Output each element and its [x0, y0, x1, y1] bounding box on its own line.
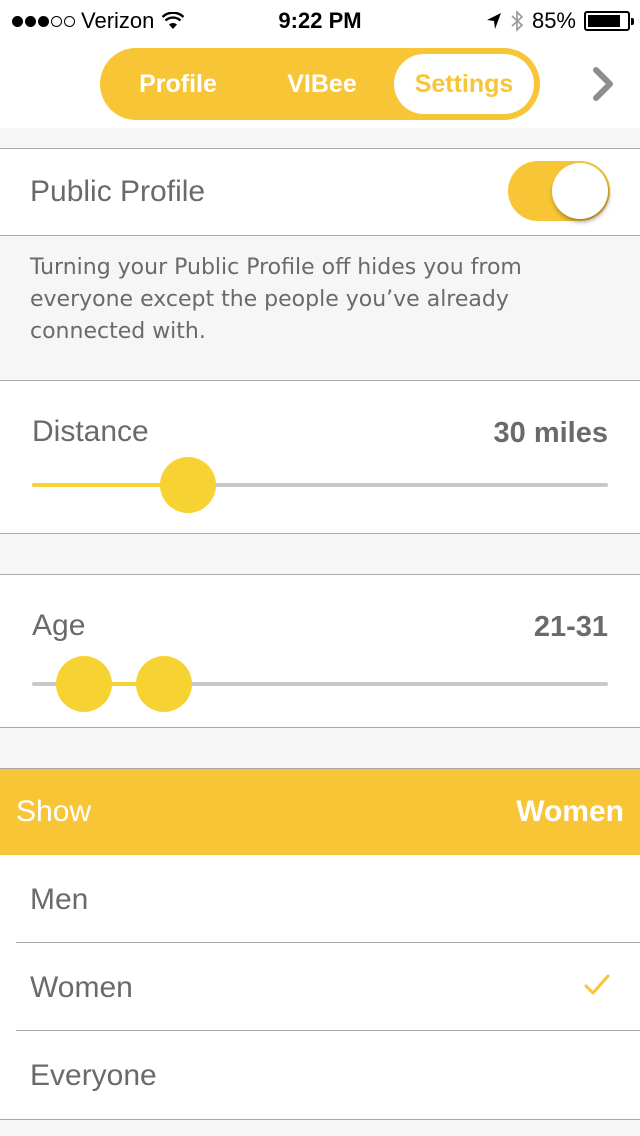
age-row: Age 21-31: [0, 575, 640, 727]
show-header[interactable]: Show Women: [0, 769, 640, 855]
option-label: Everyone: [30, 1059, 157, 1092]
tab-vibee[interactable]: VIBee: [250, 54, 394, 114]
battery-icon: [584, 11, 634, 31]
public-profile-toggle[interactable]: [508, 161, 610, 221]
show-option-men[interactable]: Men: [0, 855, 640, 943]
public-profile-help-text: Turning your Public Profile off hides yo…: [30, 255, 522, 344]
public-profile-label: Public Profile: [30, 175, 206, 208]
toggle-knob: [552, 163, 608, 219]
age-max-thumb[interactable]: [136, 656, 193, 712]
show-option-women[interactable]: Women: [0, 943, 640, 1031]
section-switcher: Profile VIBee Settings: [100, 48, 540, 120]
divider: [0, 727, 640, 728]
tab-settings[interactable]: Settings: [394, 54, 534, 114]
distance-row: Distance 30 miles: [0, 381, 640, 533]
checkmark-icon: [584, 974, 610, 995]
distance-value: 30 miles: [493, 417, 608, 449]
option-label: Women: [30, 971, 133, 1004]
status-bar: Verizon 9:22 PM 85%: [0, 0, 640, 40]
distance-label: Distance: [32, 415, 149, 448]
tab-profile[interactable]: Profile: [106, 54, 250, 114]
age-label: Age: [32, 609, 86, 642]
top-navigation: Profile VIBee Settings: [0, 40, 640, 128]
public-profile-row: Public Profile: [0, 149, 640, 235]
divider: [0, 1119, 640, 1120]
show-selected-value: Women: [516, 795, 624, 828]
chevron-right-icon[interactable]: [588, 62, 618, 106]
location-arrow-icon: [486, 13, 501, 29]
age-range-slider[interactable]: [32, 656, 608, 712]
divider: [0, 533, 640, 534]
divider: [0, 235, 640, 236]
show-option-everyone[interactable]: Everyone: [0, 1031, 640, 1119]
show-label: Show: [16, 795, 92, 828]
age-value: 21-31: [533, 611, 608, 643]
option-label: Men: [30, 883, 89, 916]
distance-slider[interactable]: [32, 457, 608, 513]
age-min-thumb[interactable]: [55, 656, 112, 712]
distance-slider-thumb[interactable]: [159, 457, 216, 513]
bluetooth-icon: [511, 10, 524, 32]
battery-percent: 85%: [531, 8, 576, 33]
